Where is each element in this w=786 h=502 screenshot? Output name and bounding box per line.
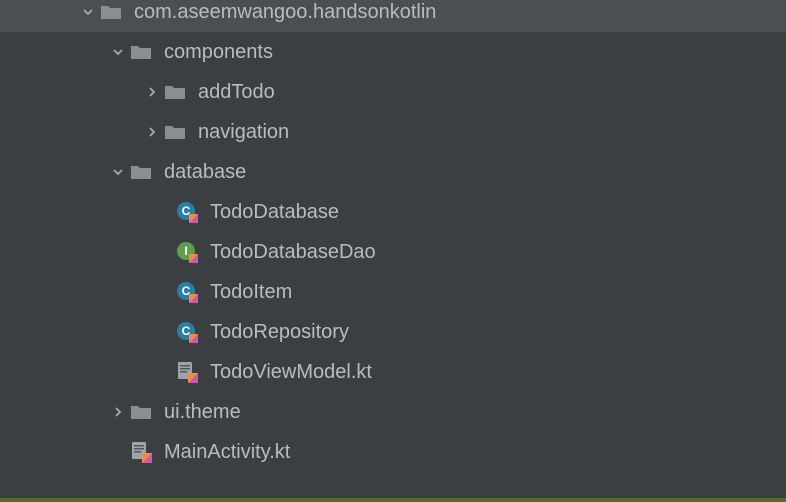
kotlin-file-icon (176, 360, 200, 384)
tree-item-package[interactable]: com.aseemwangoo.handsonkotlin (0, 0, 786, 32)
tree-label: TodoViewModel.kt (210, 361, 372, 384)
tree-label: addTodo (198, 81, 275, 104)
tree-label: TodoDatabase (210, 201, 339, 224)
tree-label: TodoItem (210, 281, 292, 304)
tree-label: database (164, 161, 246, 184)
folder-icon (130, 162, 154, 182)
tree-item-uitheme[interactable]: ui.theme (0, 392, 786, 432)
tree-label: components (164, 41, 273, 64)
chevron-right-icon (140, 125, 164, 139)
chevron-right-icon (106, 405, 130, 419)
tree-item-todoitem[interactable]: C TodoItem (0, 272, 786, 312)
tree-item-addtodo[interactable]: addTodo (0, 72, 786, 112)
tree-item-todorepository[interactable]: C TodoRepository (0, 312, 786, 352)
tree-label: MainActivity.kt (164, 441, 290, 464)
tree-label: TodoRepository (210, 321, 349, 344)
kotlin-file-icon (130, 440, 154, 464)
folder-icon (100, 2, 124, 22)
chevron-down-icon (106, 165, 130, 179)
tree-label: ui.theme (164, 401, 241, 424)
kotlin-class-icon: C (176, 320, 200, 344)
tree-item-tododatabasedao[interactable]: I TodoDatabaseDao (0, 232, 786, 272)
tree-label: com.aseemwangoo.handsonkotlin (134, 1, 436, 24)
kotlin-interface-icon: I (176, 240, 200, 264)
tree-label: TodoDatabaseDao (210, 241, 376, 264)
folder-icon (130, 402, 154, 422)
chevron-down-icon (106, 45, 130, 59)
svg-text:I: I (184, 244, 187, 258)
chevron-right-icon (140, 85, 164, 99)
tree-label: navigation (198, 121, 289, 144)
tree-item-navigation[interactable]: navigation (0, 112, 786, 152)
tree-item-database[interactable]: database (0, 152, 786, 192)
bottom-border (0, 498, 786, 502)
chevron-down-icon (76, 5, 100, 19)
tree-item-todoviewmodel[interactable]: TodoViewModel.kt (0, 352, 786, 392)
tree-item-components[interactable]: components (0, 32, 786, 72)
folder-icon (164, 82, 188, 102)
kotlin-class-icon: C (176, 280, 200, 304)
kotlin-class-icon: C (176, 200, 200, 224)
folder-icon (164, 122, 188, 142)
folder-icon (130, 42, 154, 62)
tree-item-tododatabase[interactable]: C TodoDatabase (0, 192, 786, 232)
tree-item-mainactivity[interactable]: MainActivity.kt (0, 432, 786, 472)
